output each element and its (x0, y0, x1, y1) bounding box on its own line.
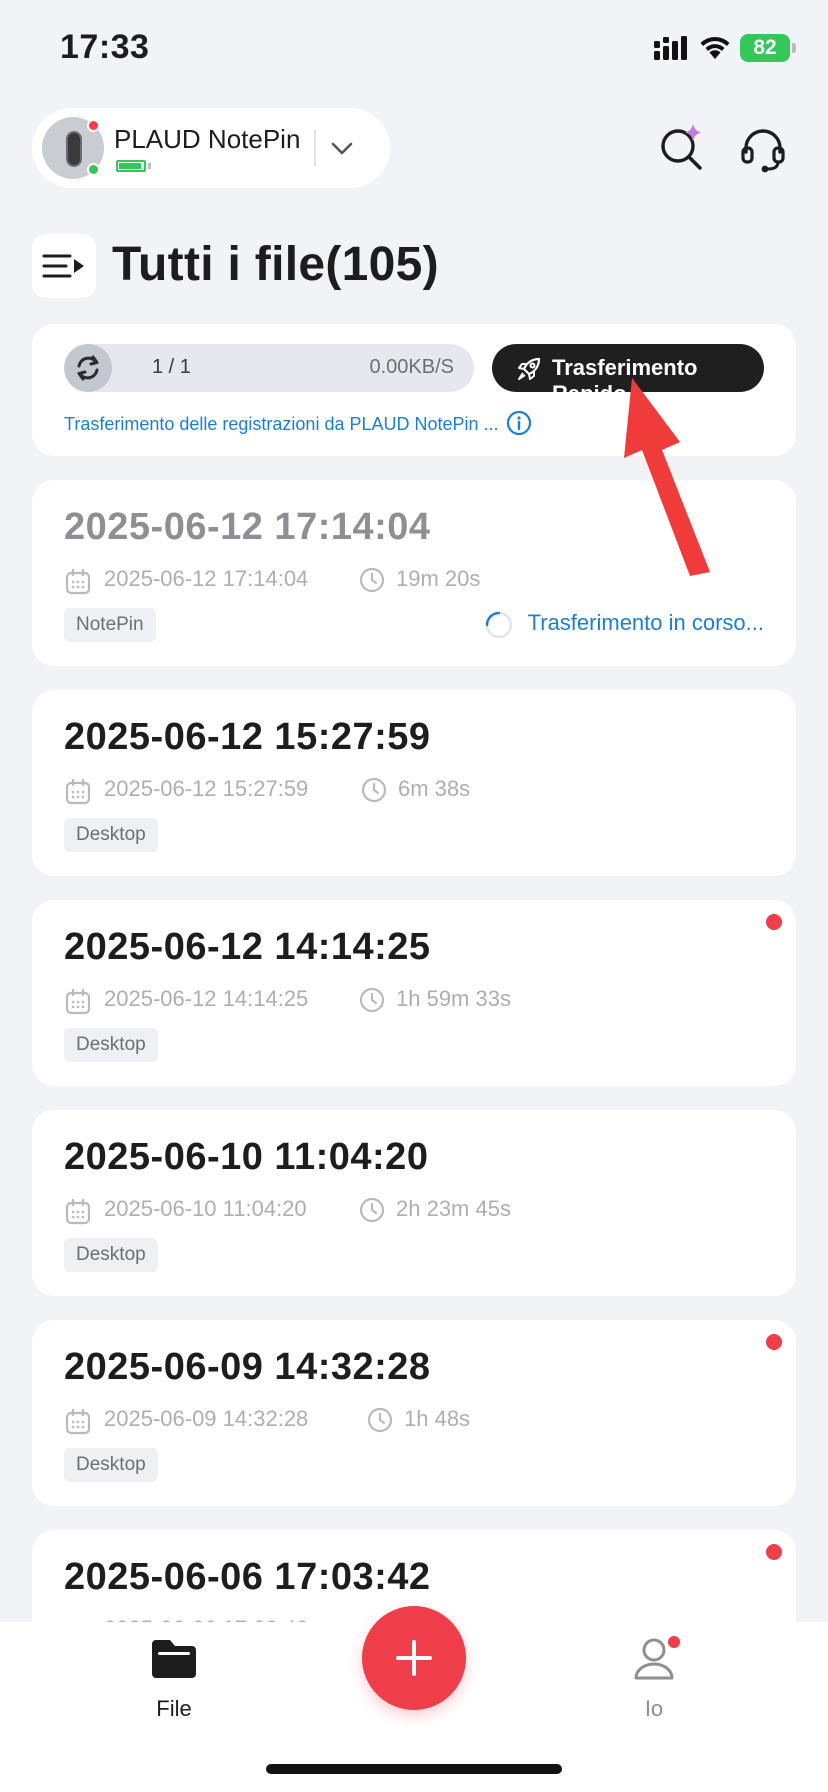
list-collapse-icon (42, 254, 84, 278)
recording-card[interactable]: 2025-06-10 11:04:20 2025-06-10 11:04:20 … (32, 1110, 796, 1296)
recording-title: 2025-06-10 11:04:20 (64, 1136, 429, 1178)
file-list-screen: 17:33 82 PLAUD NotePin Tutti i file(105)… (0, 0, 828, 1792)
recording-title: 2025-06-09 14:32:28 (64, 1346, 431, 1388)
clock-icon (359, 1197, 385, 1223)
add-recording-button[interactable] (362, 1606, 466, 1710)
source-tag: Desktop (64, 1238, 158, 1272)
search-sparkle-icon[interactable] (658, 122, 708, 172)
recording-title: 2025-06-06 17:03:42 (64, 1556, 431, 1598)
info-icon[interactable] (506, 410, 532, 436)
user-icon (634, 1638, 674, 1680)
unread-dot (766, 914, 782, 930)
calendar-icon (65, 1408, 91, 1435)
battery-percent: 82 (753, 36, 777, 59)
recording-duration: 19m 20s (396, 566, 481, 591)
calendar-icon (65, 778, 91, 805)
recording-duration: 1h 59m 33s (396, 986, 511, 1011)
battery-icon: 82 (740, 34, 796, 62)
sync-icon (77, 355, 99, 381)
source-tag: Desktop (64, 818, 158, 852)
headset-icon[interactable] (738, 124, 788, 174)
recording-title: 2025-06-12 17:14:04 (64, 506, 431, 548)
source-tag: NotePin (64, 608, 156, 642)
transfer-speed: 0.00KB/S (369, 356, 454, 378)
tab-file-label: File (156, 1696, 192, 1721)
annotation-arrow (624, 378, 710, 576)
tab-file[interactable]: File (134, 1632, 214, 1721)
wifi-icon (700, 36, 730, 59)
tab-me[interactable]: Io (614, 1632, 694, 1721)
recording-card[interactable]: 2025-06-12 14:14:25 2025-06-12 14:14:25 … (32, 900, 796, 1086)
page-title: Tutti i file(105) (112, 238, 439, 291)
device-battery-icon (116, 160, 146, 172)
recording-date: 2025-06-12 15:27:59 (104, 776, 309, 801)
transfer-status: Trasferimento in corso... (527, 610, 764, 635)
device-connected-dot (87, 163, 100, 176)
status-time: 17:33 (60, 28, 150, 66)
recording-title: 2025-06-12 15:27:59 (64, 716, 431, 758)
unread-dot (766, 1544, 782, 1560)
loading-spinner-icon (485, 611, 513, 639)
device-alert-dot (87, 119, 100, 132)
source-tag: Desktop (64, 1028, 158, 1062)
unread-dot (766, 1334, 782, 1350)
tab-me-label: Io (644, 1696, 664, 1721)
recording-duration: 1h 48s (404, 1406, 471, 1431)
rocket-icon (518, 357, 541, 380)
cellular-signal-icon (654, 36, 687, 60)
chevron-down-icon[interactable] (328, 134, 356, 162)
sidebar-toggle-button[interactable] (32, 234, 96, 298)
divider (314, 130, 316, 166)
clock-icon (367, 1407, 393, 1433)
recording-date: 2025-06-12 17:14:04 (104, 566, 309, 591)
recording-duration: 6m 38s (398, 776, 471, 801)
transfer-progress-bar: 1 / 1 0.00KB/S (64, 344, 474, 392)
home-indicator (266, 1764, 562, 1774)
transfer-count: 1 / 1 (152, 356, 191, 378)
device-selector[interactable]: PLAUD NotePin (32, 108, 390, 188)
notification-dot (668, 1636, 680, 1648)
recording-duration: 2h 23m 45s (396, 1196, 511, 1221)
clock-icon (361, 777, 387, 803)
clock-icon (359, 987, 385, 1013)
plus-icon (396, 1640, 432, 1676)
calendar-icon (65, 1198, 91, 1225)
recording-date: 2025-06-10 11:04:20 (104, 1196, 307, 1221)
device-name: PLAUD NotePin (114, 124, 301, 154)
calendar-icon (65, 988, 91, 1015)
folder-icon (152, 1640, 196, 1678)
recording-card[interactable]: 2025-06-09 14:32:28 2025-06-09 14:32:28 … (32, 1320, 796, 1506)
recording-card[interactable]: 2025-06-12 15:27:59 2025-06-12 15:27:59 … (32, 690, 796, 876)
recording-date: 2025-06-09 14:32:28 (104, 1406, 309, 1431)
recording-title: 2025-06-12 14:14:25 (64, 926, 431, 968)
status-bar: 17:33 82 (0, 0, 828, 100)
transfer-note: Trasferimento delle registrazioni da PLA… (64, 414, 499, 434)
calendar-icon (65, 568, 91, 595)
clock-icon (359, 567, 385, 593)
source-tag: Desktop (64, 1448, 158, 1482)
recording-date: 2025-06-12 14:14:25 (104, 986, 309, 1011)
